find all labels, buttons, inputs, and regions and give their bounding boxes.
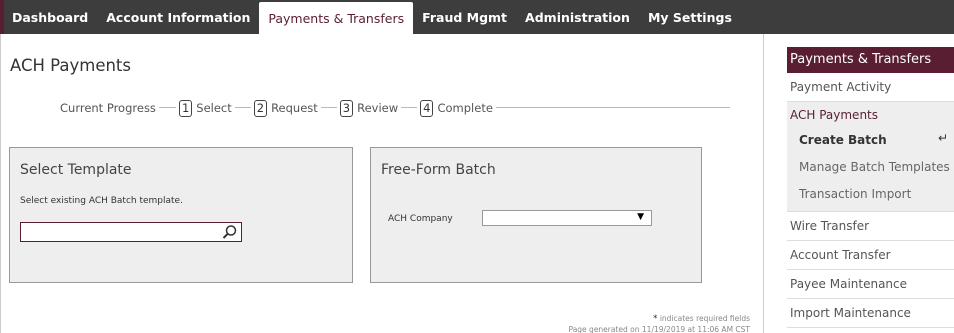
template-search-input[interactable] — [23, 224, 219, 240]
required-note-text: indicates required fields — [659, 314, 750, 323]
tab-fraud-mgmt[interactable]: Fraud Mgmt — [413, 0, 516, 34]
page-generated-note: Page generated on 11/19/2019 at 11:06 AM… — [568, 325, 750, 333]
sidebar-item-label: Create Batch — [799, 132, 887, 147]
step-label: Select — [196, 101, 232, 115]
tab-my-settings[interactable]: My Settings — [639, 0, 741, 34]
progress-tracker: Current Progress 1 Select 2 Request 3 Re… — [42, 97, 730, 119]
sidebar-item-account-transfer[interactable]: Account Transfer — [787, 241, 954, 270]
top-navigation: Dashboard Account Information Payments &… — [0, 0, 954, 34]
step-number: 2 — [253, 99, 268, 117]
step-label: Review — [357, 101, 399, 115]
template-search — [20, 222, 242, 242]
search-icon[interactable] — [221, 224, 239, 240]
tab-administration[interactable]: Administration — [516, 0, 639, 34]
required-note: * indicates required fields — [653, 314, 750, 324]
progress-label: Current Progress — [42, 101, 159, 115]
sidebar-item-wire-transfer[interactable]: Wire Transfer — [787, 212, 954, 241]
ach-company-label: ACH Company — [388, 214, 453, 224]
page-title: ACH Payments — [10, 56, 132, 75]
tab-account-information[interactable]: Account Information — [97, 0, 259, 34]
step-number: 3 — [339, 99, 354, 117]
main-content: ACH Payments Current Progress 1 Select 2… — [0, 34, 764, 333]
sidebar-item-transaction-import[interactable]: Transaction Import — [787, 180, 954, 207]
sidebar-item-payee-maintenance[interactable]: Payee Maintenance — [787, 270, 954, 299]
step-number: 1 — [178, 99, 193, 117]
dropdown-arrow-icon: ▼ — [637, 212, 644, 222]
free-form-batch-panel: Free-Form Batch ACH Company ▼ — [370, 147, 702, 283]
sidebar-item-import-maintenance[interactable]: Import Maintenance — [787, 299, 954, 328]
tab-payments-transfers[interactable]: Payments & Transfers — [259, 2, 414, 34]
tab-dashboard[interactable]: Dashboard — [0, 0, 97, 34]
sidebar: Payments & Transfers Payment Activity AC… — [787, 47, 954, 328]
step-label: Request — [271, 101, 318, 115]
required-star: * — [652, 314, 658, 324]
sidebar-item-payment-activity[interactable]: Payment Activity — [787, 73, 954, 102]
return-arrow-icon: ↵ — [937, 131, 948, 145]
sidebar-item-manage-batch-templates[interactable]: Manage Batch Templates — [787, 153, 954, 180]
progress-step-complete: 4 Complete — [417, 99, 496, 117]
step-label: Complete — [437, 101, 493, 115]
select-template-panel: Select Template Select existing ACH Batc… — [9, 147, 353, 283]
progress-step-request: 2 Request — [250, 99, 321, 117]
sidebar-group-title[interactable]: ACH Payments — [787, 108, 954, 126]
ach-company-select[interactable]: ▼ — [482, 210, 652, 226]
panel-title: Free-Form Batch — [381, 162, 496, 178]
sidebar-header: Payments & Transfers — [787, 47, 954, 73]
progress-step-review: 3 Review — [336, 99, 402, 117]
template-hint: Select existing ACH Batch template. — [20, 196, 183, 206]
sidebar-item-create-batch[interactable]: Create Batch ↵ — [787, 126, 954, 153]
panel-title: Select Template — [20, 162, 132, 178]
progress-step-select: 1 Select — [175, 99, 235, 117]
sidebar-group-ach-payments: ACH Payments Create Batch ↵ Manage Batch… — [787, 102, 954, 212]
step-number: 4 — [420, 99, 434, 117]
